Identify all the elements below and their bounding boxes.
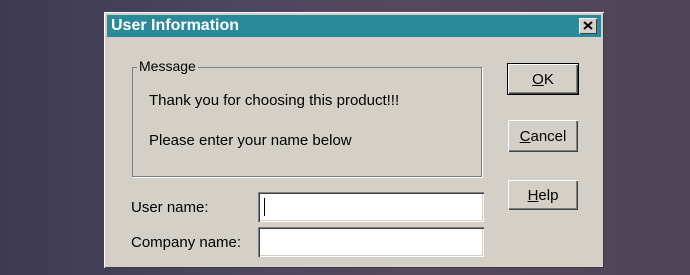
user-name-input[interactable] <box>258 192 484 222</box>
cancel-button-mnemonic: C <box>519 127 531 145</box>
cancel-button[interactable]: Cancel <box>508 120 578 152</box>
user-information-dialog: User Information Message Thank you for c… <box>104 12 604 268</box>
message-group-legend: Message <box>137 58 198 74</box>
ok-button-label: K <box>543 70 554 88</box>
close-icon <box>583 21 593 30</box>
help-button-label: elp <box>538 186 559 204</box>
dialog-title: User Information <box>111 17 240 34</box>
ok-button-mnemonic: O <box>532 70 544 88</box>
title-bar[interactable]: User Information <box>107 15 601 37</box>
ok-button[interactable]: OK <box>507 63 579 95</box>
close-button[interactable] <box>579 18 597 34</box>
help-button[interactable]: Help <box>508 180 578 210</box>
help-button-mnemonic: H <box>527 186 539 204</box>
company-name-label: Company name: <box>131 234 242 251</box>
instruction-message: Please enter your name below <box>149 132 352 149</box>
message-groupbox <box>132 67 482 177</box>
text-caret <box>264 198 265 216</box>
user-name-label: User name: <box>131 199 209 216</box>
company-name-input[interactable] <box>258 227 484 257</box>
cancel-button-label: ancel <box>530 127 567 145</box>
thank-you-message: Thank you for choosing this product!!! <box>149 92 400 109</box>
